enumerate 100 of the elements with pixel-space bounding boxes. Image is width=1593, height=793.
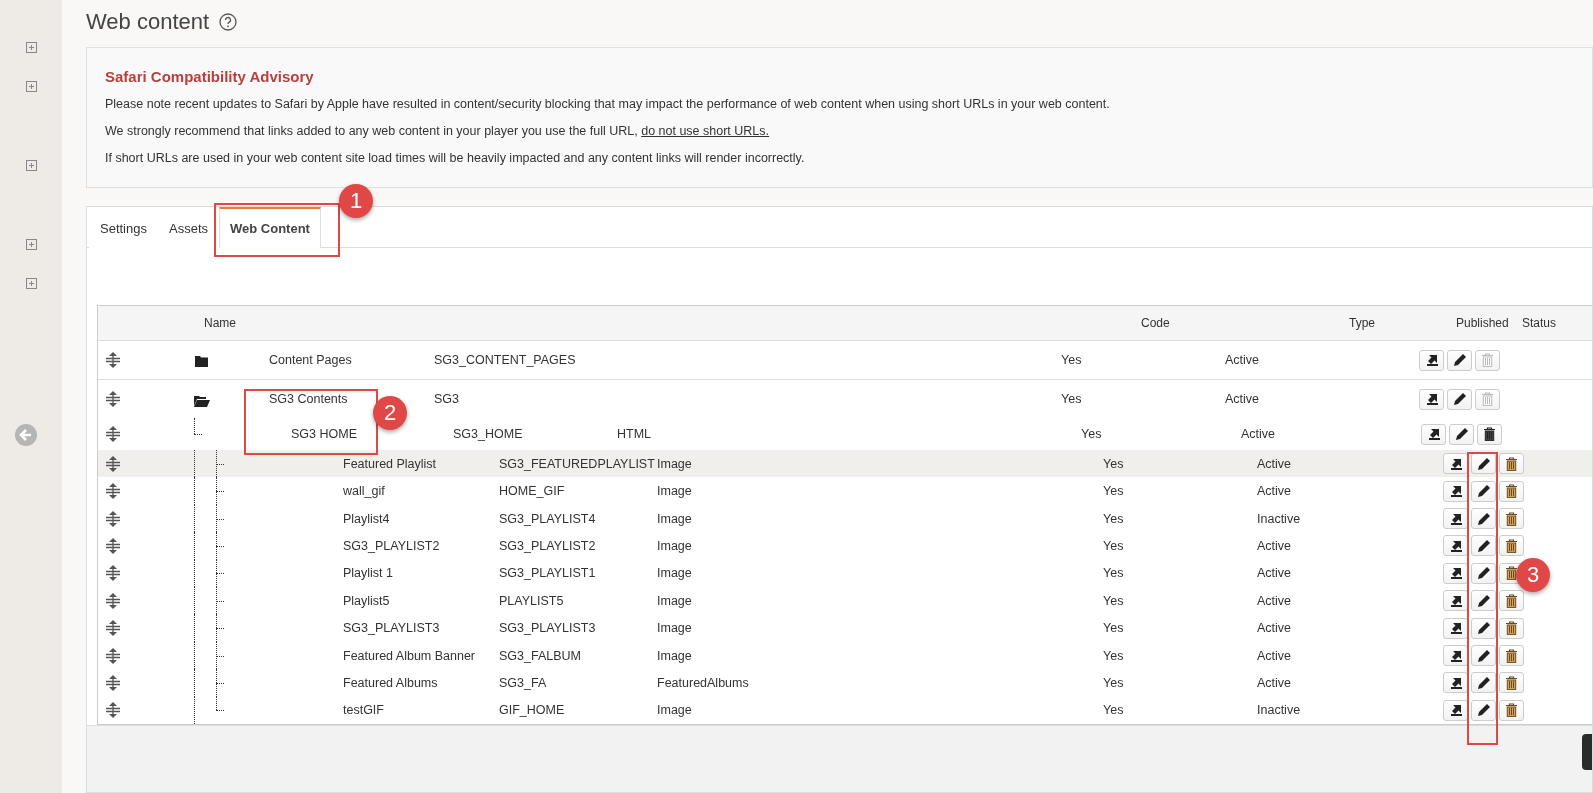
edit-button[interactable] — [1449, 423, 1474, 445]
drag-handle-icon[interactable] — [106, 455, 120, 472]
publish-icon — [1448, 648, 1463, 663]
publish-button[interactable] — [1443, 672, 1468, 694]
edit-button[interactable] — [1471, 508, 1496, 530]
pencil-icon — [1454, 427, 1469, 442]
status-cell-text: Active — [1257, 484, 1293, 499]
publish-button[interactable] — [1443, 590, 1468, 612]
trash-icon — [1505, 703, 1518, 718]
publish-button[interactable] — [1443, 699, 1468, 721]
code-cell-text: SG3_PLAYLIST1 — [499, 566, 597, 581]
edit-button[interactable] — [1447, 349, 1472, 371]
edit-button[interactable] — [1471, 617, 1496, 639]
published-cell-text: Yes — [1103, 538, 1125, 553]
type-cell-text: HTML — [617, 427, 653, 442]
code-cell-text: HOME_GIF — [499, 484, 566, 499]
delete-button[interactable] — [1499, 699, 1524, 721]
status-cell-text: Active — [1225, 353, 1261, 368]
edit-button[interactable] — [1471, 562, 1496, 584]
drag-handle-icon[interactable] — [106, 565, 120, 582]
advisory-text: We strongly recommend that links added to any web content in your player you use the full URL, do not use short URLs. — [105, 124, 771, 139]
publish-button[interactable] — [1419, 349, 1444, 371]
name-cell-text: SG3 HOME — [291, 427, 358, 442]
delete-button[interactable] — [1499, 480, 1524, 502]
code-cell-text: SG3_FEATUREDPLAYLIST — [499, 456, 656, 471]
drag-handle-icon[interactable] — [106, 483, 120, 500]
expand-icon[interactable] — [25, 239, 37, 250]
expand-icon[interactable] — [25, 42, 37, 53]
edit-button[interactable] — [1471, 672, 1496, 694]
published-cell-text: Yes — [1061, 392, 1083, 407]
expand-icon[interactable] — [25, 278, 37, 289]
publish-button[interactable] — [1443, 535, 1468, 557]
publish-button[interactable] — [1443, 645, 1468, 666]
published-cell-text: Yes — [1103, 511, 1125, 526]
name-cell-text: Playlist4 — [343, 511, 391, 526]
expand-icon[interactable] — [25, 160, 37, 171]
trash-icon — [1483, 427, 1496, 442]
publish-button[interactable] — [1443, 480, 1468, 502]
drag-handle-icon[interactable] — [106, 702, 120, 719]
trash-icon — [1505, 456, 1518, 471]
delete-button[interactable] — [1499, 645, 1524, 666]
edit-button[interactable] — [1471, 590, 1496, 612]
drag-handle-icon[interactable] — [106, 352, 120, 369]
pencil-icon — [1476, 538, 1491, 553]
drag-handle-icon[interactable] — [106, 592, 120, 609]
publish-button[interactable] — [1419, 388, 1444, 410]
published-cell-text: Yes — [1081, 427, 1103, 442]
edit-button[interactable] — [1471, 480, 1496, 502]
publish-icon — [1448, 456, 1463, 471]
delete-button[interactable] — [1499, 453, 1524, 475]
expand-icon[interactable] — [25, 81, 37, 92]
publish-button[interactable] — [1443, 508, 1468, 530]
drag-handle-icon[interactable] — [106, 537, 120, 554]
code-cell-text: PLAYLIST5 — [499, 593, 565, 608]
delete-button[interactable] — [1499, 535, 1524, 557]
drag-handle-icon[interactable] — [106, 620, 120, 637]
delete-button[interactable] — [1499, 672, 1524, 694]
status-cell-text: Active — [1257, 538, 1293, 553]
name-cell-text: SG3_PLAYLIST3 — [343, 621, 441, 636]
publish-icon — [1448, 566, 1463, 581]
column-header: Code — [1141, 316, 1171, 331]
publish-button[interactable] — [1443, 617, 1468, 639]
edit-button[interactable] — [1471, 699, 1496, 721]
type-cell-text: FeaturedAlbums — [657, 675, 750, 690]
publish-icon — [1448, 621, 1463, 636]
drag-handle-icon[interactable] — [106, 510, 120, 527]
edit-button[interactable] — [1471, 453, 1496, 475]
trash-icon — [1505, 621, 1518, 636]
edit-button[interactable] — [1471, 535, 1496, 557]
drag-handle-icon[interactable] — [106, 647, 120, 664]
pencil-icon — [1476, 484, 1491, 499]
help-icon[interactable] — [219, 12, 238, 31]
type-cell-text: Image — [657, 456, 693, 471]
tab[interactable]: Web Content — [219, 207, 321, 249]
publish-icon — [1448, 675, 1463, 690]
short-urls-link[interactable]: do not use short URLs. — [641, 124, 770, 139]
delete-button[interactable] — [1477, 423, 1502, 445]
edit-button[interactable] — [1471, 645, 1496, 666]
drag-handle-icon[interactable] — [106, 426, 120, 443]
delete-button[interactable] — [1499, 617, 1524, 639]
page-title: Web content — [86, 8, 210, 35]
name-cell-text: Playlist5 — [343, 593, 391, 608]
edit-button[interactable] — [1447, 388, 1472, 410]
name-cell-text: Featured Albums — [343, 675, 439, 690]
publish-icon — [1424, 353, 1439, 368]
status-cell-text: Inactive — [1257, 511, 1302, 526]
status-cell-text: Active — [1257, 456, 1293, 471]
published-cell-text: Yes — [1061, 353, 1083, 368]
publish-button[interactable] — [1421, 423, 1446, 445]
status-cell-text: Active — [1257, 621, 1293, 636]
type-cell-text: Image — [657, 566, 693, 581]
delete-button[interactable] — [1499, 508, 1524, 530]
type-cell-text: Image — [657, 703, 693, 718]
code-cell-text: SG3_PLAYLIST2 — [499, 538, 597, 553]
drag-handle-icon[interactable] — [106, 674, 120, 691]
publish-button[interactable] — [1443, 453, 1468, 475]
status-cell-text: Active — [1257, 593, 1293, 608]
publish-button[interactable] — [1443, 562, 1468, 584]
drag-handle-icon[interactable] — [106, 391, 120, 408]
delete-button[interactable] — [1499, 590, 1524, 612]
